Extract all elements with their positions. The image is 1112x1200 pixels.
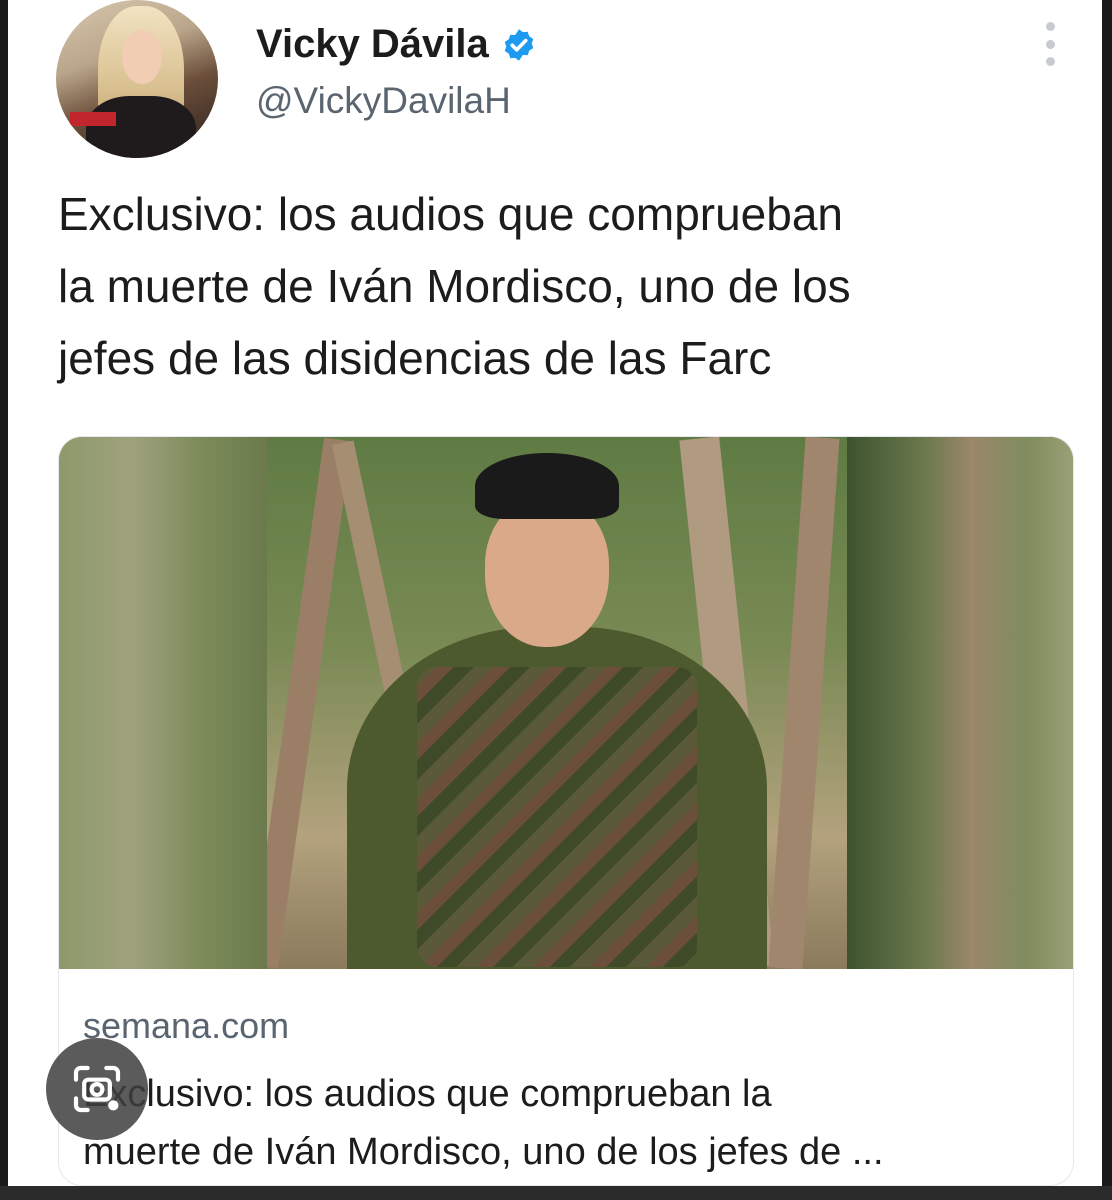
display-name-text[interactable]: Vicky Dávila (256, 22, 489, 67)
more-dot (1045, 39, 1055, 49)
tweet-text-line: jefes de las disidencias de las Farc (58, 332, 772, 384)
bottom-bar (0, 1186, 1112, 1200)
tactical-vest (417, 667, 697, 967)
tree-trunk (267, 437, 352, 969)
avatar-body (86, 96, 196, 158)
avatar-badge (70, 112, 116, 126)
link-preview-card[interactable]: semana.com Exclusivo: los audios que com… (58, 436, 1074, 1186)
verified-badge-icon (504, 28, 534, 61)
user-handle[interactable]: @VickyDavilaH (256, 80, 511, 122)
image-search-lens-button[interactable] (46, 1038, 148, 1140)
tweet-text-line: la muerte de Iván Mordisco, uno de los (58, 260, 851, 312)
tweet-text-line: Exclusivo: los audios que comprueban (58, 188, 844, 240)
avatar-face (122, 30, 162, 84)
link-title-line: Exclusivo: los audios que comprueban la (83, 1073, 772, 1115)
person-head (485, 497, 609, 647)
image-search-lens-icon (73, 1065, 121, 1113)
more-vertical-icon[interactable] (1036, 22, 1064, 66)
link-title[interactable]: Exclusivo: los audios que comprueban la … (83, 1065, 1063, 1181)
more-dot (1045, 57, 1055, 66)
more-dot (1045, 22, 1055, 31)
link-title-line: muerte de Iván Mordisco, uno de los jefe… (83, 1131, 884, 1173)
link-preview-image[interactable] (59, 437, 1073, 969)
news-photo (267, 437, 847, 969)
blurred-background-left (59, 437, 267, 969)
display-name[interactable]: Vicky Dávila (256, 22, 537, 67)
tweet-screenshot: Vicky Dávila @VickyDavilaH Exclusivo: lo… (8, 0, 1102, 1186)
blurred-background-right (847, 437, 1073, 969)
black-beret (475, 453, 619, 519)
tweet-text: Exclusivo: los audios que comprueban la … (58, 178, 1058, 394)
avatar[interactable] (56, 0, 218, 158)
tree-trunk (768, 437, 840, 969)
